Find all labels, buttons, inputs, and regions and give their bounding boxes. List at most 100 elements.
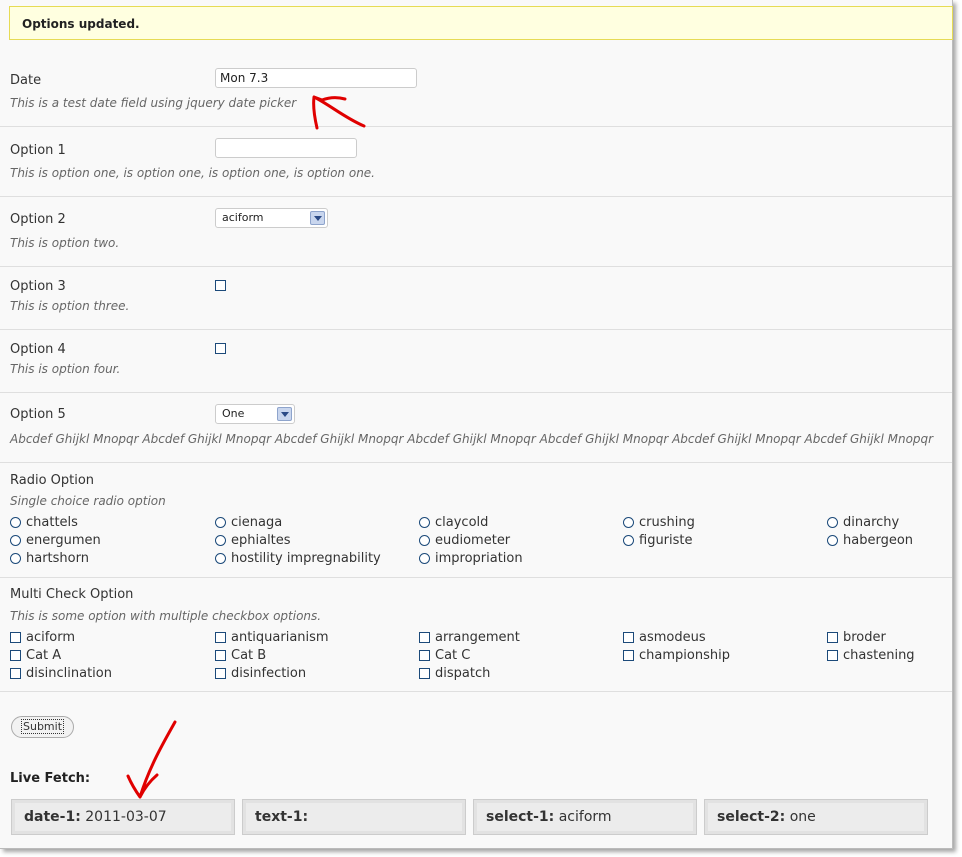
radio-radio-button[interactable] <box>419 517 430 528</box>
radio-description: Single choice radio option <box>10 494 166 508</box>
radio-option-label: figuriste <box>639 533 693 548</box>
multicheck-option[interactable]: disinfection <box>215 666 306 681</box>
multicheck-checkbox[interactable] <box>419 650 430 661</box>
option5-selected-value: One <box>222 407 245 420</box>
live-fetch-date-box: date-1: 2011-03-07 <box>11 799 235 835</box>
multicheck-checkbox[interactable] <box>623 632 634 643</box>
option3-label: Option 3 <box>10 279 66 294</box>
option5-select[interactable]: One <box>215 404 295 424</box>
live-fetch-title: Live Fetch: <box>10 771 91 786</box>
multicheck-option[interactable]: asmodeus <box>623 630 706 645</box>
multicheck-option-label: arrangement <box>435 630 520 645</box>
option5-label: Option 5 <box>10 407 66 422</box>
multicheck-option[interactable]: arrangement <box>419 630 520 645</box>
option2-select[interactable]: aciform <box>215 208 328 228</box>
live-fetch-select2-box: select-2: one <box>704 799 928 835</box>
option1-row: Option 1 This is option one, is option o… <box>0 126 952 197</box>
live-fetch-text-key: text-1: <box>255 809 309 825</box>
multicheck-option[interactable]: dispatch <box>419 666 490 681</box>
multicheck-checkbox[interactable] <box>827 650 838 661</box>
option3-row: Option 3 This is option three. <box>0 266 952 330</box>
multicheck-option[interactable]: Cat B <box>215 648 266 663</box>
radio-option-label: chattels <box>26 515 78 530</box>
radio-radio-button[interactable] <box>827 517 838 528</box>
radio-option[interactable]: cienaga <box>215 515 282 530</box>
option4-checkbox[interactable] <box>215 343 226 354</box>
option4-label: Option 4 <box>10 342 66 357</box>
radio-radio-button[interactable] <box>623 535 634 546</box>
multicheck-checkbox[interactable] <box>215 650 226 661</box>
multicheck-checkbox[interactable] <box>10 650 21 661</box>
option4-description: This is option four. <box>10 362 121 376</box>
option1-input[interactable] <box>215 138 357 158</box>
radio-radio-button[interactable] <box>827 535 838 546</box>
multicheck-checkbox[interactable] <box>10 668 21 679</box>
multicheck-checkbox[interactable] <box>419 632 430 643</box>
radio-option[interactable]: ephialtes <box>215 533 291 548</box>
radio-radio-button[interactable] <box>215 535 226 546</box>
radio-option[interactable]: habergeon <box>827 533 913 548</box>
radio-radio-button[interactable] <box>419 553 430 564</box>
multicheck-option[interactable]: championship <box>623 648 730 663</box>
multicheck-option[interactable]: antiquarianism <box>215 630 329 645</box>
multicheck-options: aciform antiquarianism arrangement asmodeus… <box>10 630 950 684</box>
live-fetch-select2-value: one <box>789 809 816 825</box>
multicheck-option-label: chastening <box>843 648 915 663</box>
live-fetch-select2-key: select-2: <box>717 809 786 825</box>
options-updated-notice: Options updated. <box>9 6 953 40</box>
multicheck-option-label: dispatch <box>435 666 491 681</box>
option2-selected-value: aciform <box>222 211 264 224</box>
multicheck-checkbox[interactable] <box>10 632 21 643</box>
multicheck-option-label: asmodeus <box>639 630 706 645</box>
radio-option[interactable]: crushing <box>623 515 695 530</box>
multicheck-checkbox[interactable] <box>419 668 430 679</box>
radio-radio-button[interactable] <box>215 553 226 564</box>
radio-option-label: dinarchy <box>843 515 900 530</box>
live-fetch-select1-box: select-1: aciform <box>473 799 697 835</box>
radio-option[interactable]: chattels <box>10 515 78 530</box>
multicheck-option[interactable]: chastening <box>827 648 915 663</box>
radio-option[interactable]: claycold <box>419 515 488 530</box>
multicheck-option[interactable]: disinclination <box>10 666 112 681</box>
multicheck-option[interactable]: Cat A <box>10 648 61 663</box>
radio-option[interactable]: figuriste <box>623 533 693 548</box>
option2-description: This is option two. <box>10 236 120 250</box>
radio-option-label: claycold <box>435 515 489 530</box>
date-input[interactable]: Mon 7.3 <box>215 68 417 88</box>
radio-radio-button[interactable] <box>419 535 430 546</box>
multicheck-option-label: antiquarianism <box>231 630 329 645</box>
live-fetch-date-value: 2011-03-07 <box>85 809 167 825</box>
multicheck-option[interactable]: Cat C <box>419 648 470 663</box>
radio-option[interactable]: eudiometer <box>419 533 510 548</box>
option1-label: Option 1 <box>10 143 66 158</box>
multicheck-option[interactable]: aciform <box>10 630 75 645</box>
radio-radio-button[interactable] <box>215 517 226 528</box>
radio-option[interactable]: hostility impregnability <box>215 551 381 566</box>
radio-radio-button[interactable] <box>623 517 634 528</box>
radio-options: chattels cienaga claycold crushing dinarchy e… <box>10 515 950 569</box>
multicheck-option-label: Cat C <box>435 648 471 663</box>
radio-radio-button[interactable] <box>10 517 21 528</box>
radio-option[interactable]: hartshorn <box>10 551 89 566</box>
multicheck-option[interactable]: broder <box>827 630 886 645</box>
multicheck-checkbox[interactable] <box>215 632 226 643</box>
multicheck-option-label: Cat B <box>231 648 267 663</box>
option5-description: Abcdef Ghijkl Mnopqr Abcdef Ghijkl Mnopq… <box>10 432 934 446</box>
radio-radio-button[interactable] <box>10 553 21 564</box>
option2-label: Option 2 <box>10 212 66 227</box>
radio-option[interactable]: energumen <box>10 533 101 548</box>
option3-checkbox[interactable] <box>215 280 226 291</box>
multicheck-label: Multi Check Option <box>10 587 134 602</box>
multicheck-checkbox[interactable] <box>623 650 634 661</box>
multicheck-checkbox[interactable] <box>215 668 226 679</box>
radio-radio-button[interactable] <box>10 535 21 546</box>
live-fetch-text-box: text-1: <box>242 799 466 835</box>
radio-option-label: hostility impregnability <box>231 551 381 566</box>
chevron-down-icon[interactable] <box>310 211 325 225</box>
chevron-down-icon[interactable] <box>277 407 292 421</box>
submit-button[interactable]: Submit <box>11 716 74 738</box>
radio-option[interactable]: impropriation <box>419 551 523 566</box>
multicheck-checkbox[interactable] <box>827 632 838 643</box>
radio-option[interactable]: dinarchy <box>827 515 899 530</box>
settings-panel: Options updated. Date Mon 7.3 This is a … <box>0 0 953 849</box>
